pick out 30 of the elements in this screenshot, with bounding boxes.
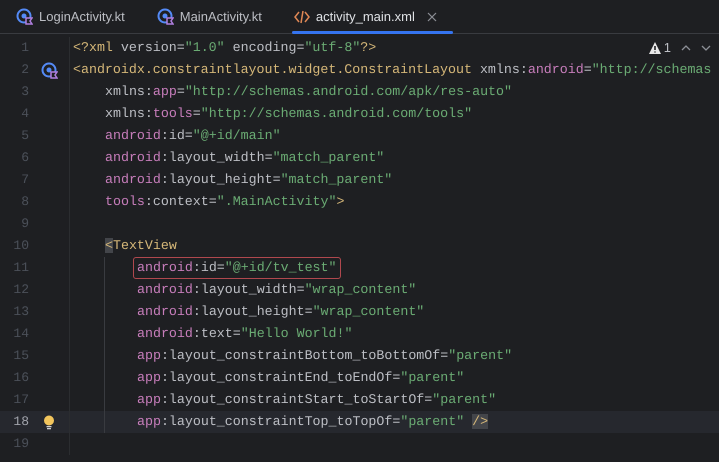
code-line: xmlns:tools="http://schemas.android.com/tools" xyxy=(105,105,472,124)
code-line: tools:context=".MainActivity"> xyxy=(105,193,344,212)
code-line: android:id="@+id/main" xyxy=(105,127,281,146)
code-line: <TextView xyxy=(105,237,177,256)
code-line: xmlns:app="http://schemas.android.com/apk/res-auto" xyxy=(105,83,512,102)
file-tab[interactable]: MainActivity.kt xyxy=(140,0,278,33)
close-icon[interactable] xyxy=(426,12,437,22)
line-number: 18 xyxy=(12,413,29,432)
code-line: android:layout_height="match_parent" xyxy=(105,171,392,190)
kotlin-class-icon xyxy=(16,8,33,25)
warning-icon xyxy=(648,40,662,55)
lightbulb-icon[interactable] xyxy=(43,414,55,430)
code-line: android:layout_width="match_parent" xyxy=(105,149,384,168)
code-line: app:layout_constraintTop_toTopOf="parent" /> xyxy=(137,413,488,432)
code-line: app:layout_constraintStart_toStartOf="parent" xyxy=(137,391,496,410)
chevron-up-icon[interactable] xyxy=(681,44,691,52)
code-brackets-icon xyxy=(294,8,310,24)
code-line: android:layout_height="wrap_content" xyxy=(137,303,424,322)
kotlin-class-icon xyxy=(156,8,174,25)
file-tab[interactable]: activity_main.xml xyxy=(278,0,453,33)
class-gutter-icon[interactable] xyxy=(40,62,58,78)
code-line: <?xml version="1.0" encoding="utf-8"?> xyxy=(73,39,376,58)
chevron-down-icon[interactable] xyxy=(701,44,711,52)
code-line: <androidx.constraintlayout.widget.ConstraintLayout xmlns:android="http://schemas xyxy=(73,61,712,80)
code-line: app:layout_constraintBottom_toBottomOf="parent" xyxy=(137,347,512,366)
warning-counter[interactable]: 1 xyxy=(648,38,671,58)
code-line: android:layout_width="wrap_content" xyxy=(137,281,416,300)
code-line: android:text="Hello World!" xyxy=(137,325,352,344)
file-tab[interactable]: LoginActivity.kt xyxy=(0,0,141,33)
code-line: app:layout_constraintEnd_toEndOf="parent" xyxy=(137,369,464,388)
